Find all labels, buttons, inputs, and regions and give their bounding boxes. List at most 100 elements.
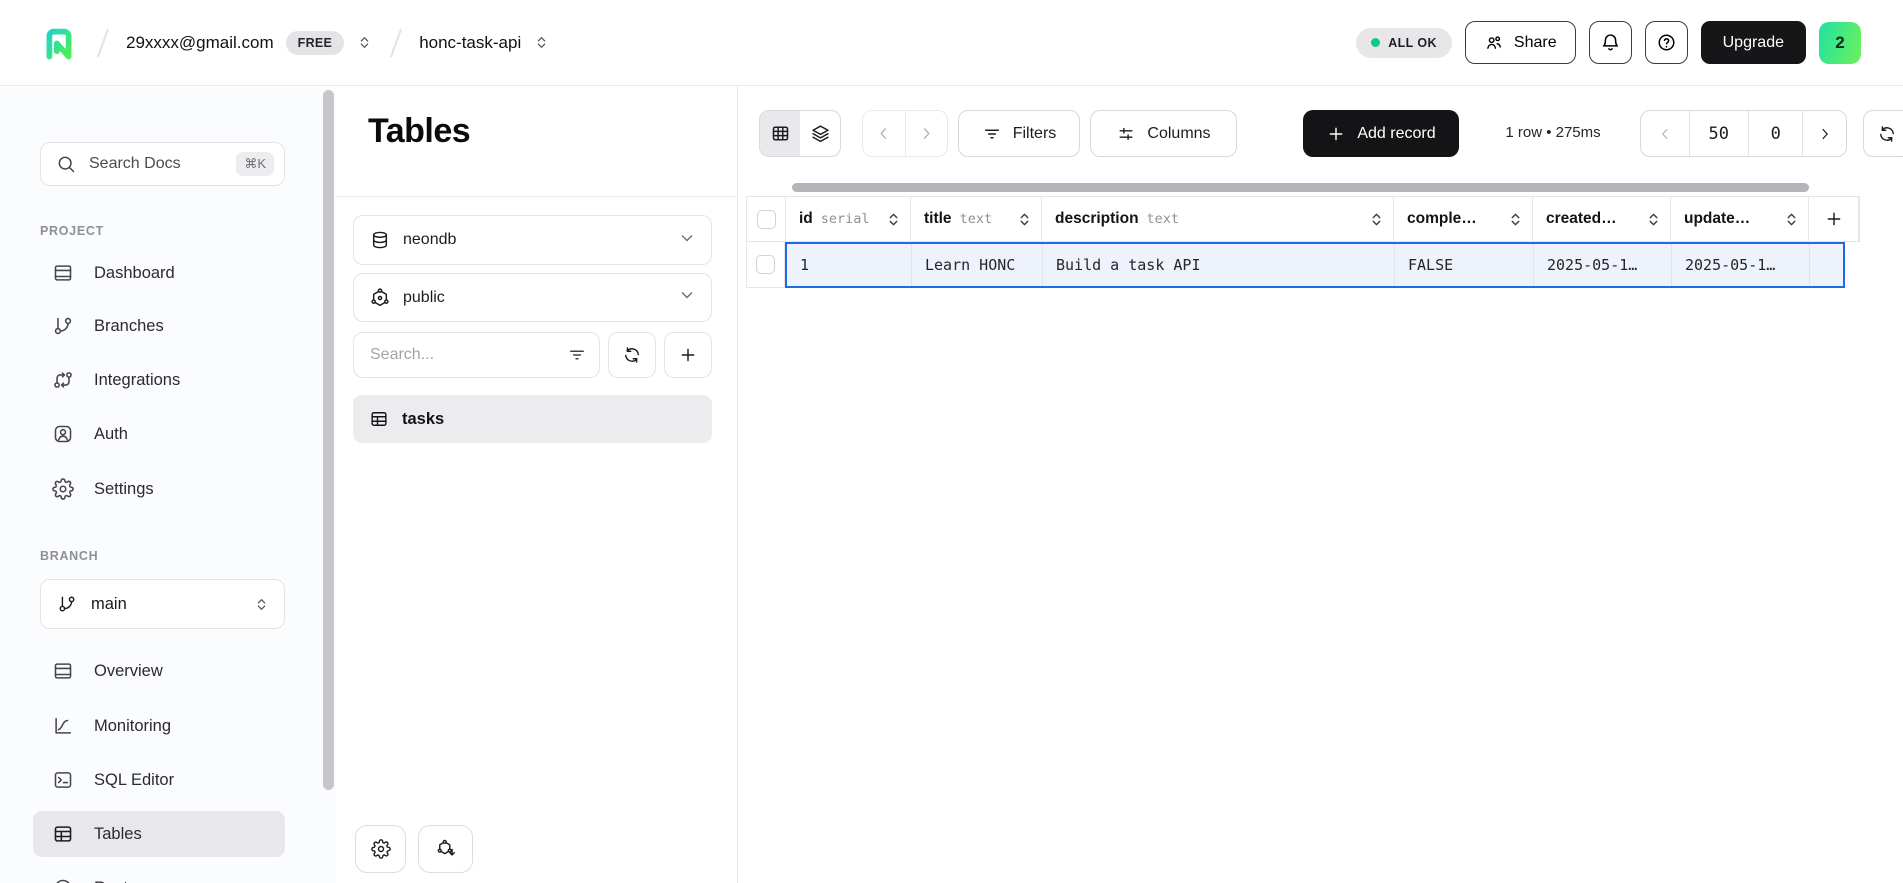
notification-count-badge[interactable]: 2 — [1819, 22, 1861, 64]
table-list-item-tasks[interactable]: tasks — [353, 395, 712, 443]
cell-title[interactable]: Learn HONC — [912, 244, 1043, 286]
page-title: Tables — [368, 112, 470, 151]
table-row[interactable]: 1 Learn HONC Build a task API FALSE 2025… — [785, 242, 1845, 288]
account-selector[interactable] — [356, 34, 373, 51]
grid-view-icon — [770, 123, 791, 144]
sidebar-item-auth[interactable]: Auth — [33, 411, 285, 457]
column-header-title[interactable]: title text — [911, 197, 1042, 241]
table-settings-button[interactable] — [355, 825, 406, 873]
refresh-grid-button[interactable] — [1863, 110, 1903, 157]
schema-export-icon — [436, 839, 456, 859]
chart-line-icon — [52, 715, 74, 737]
sidebar-item-overview[interactable]: Overview — [33, 648, 285, 694]
column-header-created[interactable]: created… — [1533, 197, 1671, 241]
user-square-icon — [52, 423, 74, 445]
select-all-checkbox[interactable] — [757, 210, 776, 229]
query-stats: 1 row • 275ms — [1468, 124, 1638, 141]
chevron-left-icon — [874, 124, 893, 143]
horizontal-scrollbar-thumb[interactable] — [792, 183, 1809, 192]
sidebar-item-tables[interactable]: Tables — [33, 811, 285, 857]
column-header-completed[interactable]: comple… — [1394, 197, 1533, 241]
filter-icon[interactable] — [567, 345, 587, 365]
tables-panel: Tables neondb public tasks — [336, 86, 738, 883]
sort-icon — [1647, 211, 1660, 228]
plus-icon — [1824, 209, 1844, 229]
neon-logo-icon[interactable] — [38, 22, 80, 64]
sidebar-item-settings[interactable]: Settings — [33, 466, 285, 512]
divider — [336, 196, 737, 197]
overview-icon — [52, 660, 74, 682]
status-badge[interactable]: ALL OK — [1356, 28, 1452, 58]
export-schema-button[interactable] — [418, 825, 473, 873]
table-icon — [369, 409, 389, 429]
add-column-button[interactable] — [1809, 197, 1859, 241]
sidebar-item-sql-editor[interactable]: SQL Editor — [33, 757, 285, 803]
branch-selector[interactable]: main — [40, 579, 285, 629]
cell-id[interactable]: 1 — [787, 244, 912, 286]
project-section-label: PROJECT — [40, 224, 104, 238]
page-size-value[interactable]: 50 — [1689, 111, 1748, 156]
plus-icon — [678, 345, 698, 365]
cell-updated[interactable]: 2025-05-1… — [1672, 244, 1810, 286]
top-bar: 29xxxx@gmail.com FREE honc-task-api ALL … — [0, 0, 1903, 86]
cell-completed[interactable]: FALSE — [1395, 244, 1534, 286]
sidebar-item-branches[interactable]: Branches — [33, 303, 285, 349]
search-icon — [56, 154, 76, 174]
grid-header-row: id serial title text description text co… — [746, 196, 1860, 242]
table-search — [353, 332, 600, 378]
column-header-description[interactable]: description text — [1042, 197, 1394, 241]
plus-icon — [1326, 124, 1346, 144]
row-checkbox[interactable] — [756, 255, 775, 274]
help-button[interactable] — [1645, 21, 1688, 64]
schema-select[interactable]: public — [353, 273, 712, 322]
add-record-button[interactable]: Add record — [1303, 110, 1459, 157]
cell-created[interactable]: 2025-05-1… — [1534, 244, 1672, 286]
view-mode-toggle — [759, 110, 841, 157]
columns-button[interactable]: Columns — [1090, 110, 1237, 157]
refresh-tables-button[interactable] — [608, 332, 656, 378]
table-search-input[interactable] — [370, 346, 567, 364]
search-docs-button[interactable]: Search Docs ⌘K — [40, 142, 285, 186]
chevron-right-icon — [1816, 125, 1834, 143]
table-icon — [52, 823, 74, 845]
page-offset-value[interactable]: 0 — [1748, 111, 1802, 156]
data-grid-area: Filters Columns Add record 1 row • 275ms… — [738, 86, 1903, 883]
sidebar-item-monitoring[interactable]: Monitoring — [33, 703, 285, 749]
sort-icon — [1370, 211, 1383, 228]
sidebar-scrollbar-thumb[interactable] — [323, 90, 334, 790]
gear-icon — [52, 478, 74, 500]
chevron-down-icon — [677, 285, 697, 310]
notifications-button[interactable] — [1589, 21, 1632, 64]
sort-icon — [887, 211, 900, 228]
add-table-button[interactable] — [664, 332, 712, 378]
column-header-updated[interactable]: update… — [1671, 197, 1809, 241]
database-icon — [370, 230, 390, 250]
breadcrumb: 29xxxx@gmail.com FREE honc-task-api — [38, 22, 550, 64]
grid-view-button[interactable] — [760, 111, 800, 156]
account-name[interactable]: 29xxxx@gmail.com — [126, 33, 274, 53]
share-button[interactable]: Share — [1465, 21, 1576, 64]
filter-icon — [982, 124, 1002, 144]
project-selector[interactable] — [533, 34, 550, 51]
page-next-button[interactable] — [1802, 111, 1846, 156]
sidebar-item-integrations[interactable]: Integrations — [33, 357, 285, 403]
forward-button[interactable] — [905, 111, 947, 156]
dashboard-icon — [52, 262, 74, 284]
chevron-down-icon — [677, 228, 697, 253]
select-all-cell — [747, 197, 786, 241]
upgrade-button[interactable]: Upgrade — [1701, 21, 1806, 64]
column-header-id[interactable]: id serial — [786, 197, 911, 241]
layers-view-button[interactable] — [800, 111, 840, 156]
project-name[interactable]: honc-task-api — [419, 33, 521, 53]
sidebar-item-dashboard[interactable]: Dashboard — [33, 250, 285, 296]
cell-description[interactable]: Build a task API — [1043, 244, 1395, 286]
cell-empty — [1810, 244, 1843, 286]
sort-icon — [1785, 211, 1798, 228]
back-button[interactable] — [863, 111, 905, 156]
filters-button[interactable]: Filters — [958, 110, 1080, 157]
sort-icon — [1509, 211, 1522, 228]
database-select[interactable]: neondb — [353, 215, 712, 265]
sidebar-item-restore[interactable]: Restore — [33, 865, 285, 883]
page-prev-button[interactable] — [1641, 111, 1689, 156]
gear-icon — [371, 839, 391, 859]
